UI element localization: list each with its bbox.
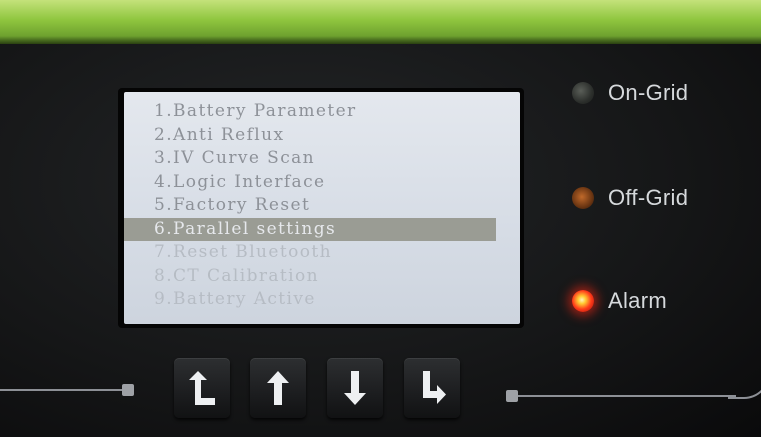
- alarm-led-icon: [572, 290, 594, 312]
- menu-item-battery-active[interactable]: 9.Battery Active: [124, 288, 520, 312]
- alarm-indicator: Alarm: [572, 286, 667, 316]
- menu-item-reset-bluetooth[interactable]: 7.Reset Bluetooth: [124, 241, 520, 265]
- menu-item-logic-interface[interactable]: 4.Logic Interface: [124, 171, 520, 195]
- off-grid-label: Off-Grid: [608, 185, 689, 210]
- rail-dot-left: [122, 384, 134, 396]
- lcd-screen: 1.Battery Parameter 2.Anti Reflux 3.IV C…: [124, 92, 520, 324]
- enter-down-right-icon: [423, 371, 446, 404]
- menu-item-iv-curve-scan[interactable]: 3.IV Curve Scan: [124, 147, 520, 171]
- down-button[interactable]: [327, 358, 383, 418]
- on-grid-label: On-Grid: [608, 80, 689, 105]
- enter-button[interactable]: [404, 358, 460, 418]
- off-grid-indicator: Off-Grid: [572, 183, 688, 213]
- keypad-rail-right: [516, 395, 736, 397]
- menu-item-anti-reflux[interactable]: 2.Anti Reflux: [124, 124, 520, 148]
- keypad-rail-curve: [728, 372, 761, 399]
- settings-menu: 1.Battery Parameter 2.Anti Reflux 3.IV C…: [124, 100, 520, 312]
- on-grid-indicator: On-Grid: [572, 78, 688, 108]
- back-button[interactable]: [174, 358, 230, 418]
- off-grid-led-icon: [572, 187, 594, 209]
- arrow-down-icon: [344, 371, 366, 405]
- menu-item-battery-parameter[interactable]: 1.Battery Parameter: [124, 100, 520, 124]
- menu-item-factory-reset[interactable]: 5.Factory Reset: [124, 194, 520, 218]
- on-grid-led-icon: [572, 82, 594, 104]
- return-up-left-icon: [189, 371, 215, 405]
- housing-top-band: [0, 0, 761, 44]
- up-button[interactable]: [250, 358, 306, 418]
- menu-item-ct-calibration[interactable]: 8.CT Calibration: [124, 265, 520, 289]
- alarm-label: Alarm: [608, 288, 667, 313]
- keypad-rail-left: [0, 389, 126, 391]
- rail-dot-right: [506, 390, 518, 402]
- arrow-up-icon: [267, 371, 289, 405]
- menu-item-parallel-settings[interactable]: 6.Parallel settings: [124, 217, 496, 241]
